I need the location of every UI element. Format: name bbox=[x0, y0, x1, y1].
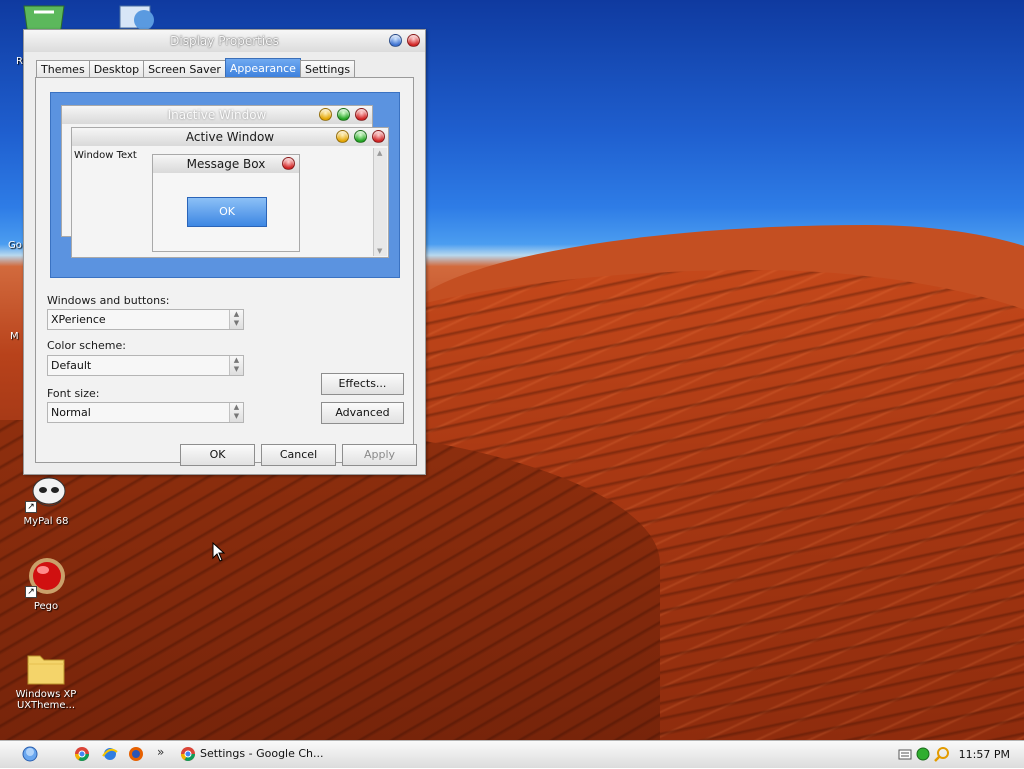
shortcut-arrow-icon: ↗ bbox=[25, 586, 37, 598]
cancel-button[interactable]: Cancel bbox=[261, 444, 336, 466]
appearance-tab-panel: Inactive Window Active Window Window Tex… bbox=[35, 77, 414, 463]
taskbar-task-label: Settings - Google Ch... bbox=[200, 747, 324, 760]
taskbar-task-chrome-settings[interactable]: Settings - Google Ch... bbox=[176, 743, 326, 765]
desktop-icon-label: Pego bbox=[33, 601, 59, 612]
windows-buttons-value: XPerience bbox=[51, 313, 106, 326]
tab-settings[interactable]: Settings bbox=[299, 60, 356, 78]
advanced-button[interactable]: Advanced bbox=[321, 402, 404, 424]
tab-desktop[interactable]: Desktop bbox=[88, 60, 145, 78]
tab-appearance[interactable]: Appearance bbox=[224, 58, 301, 78]
desktop-icon-pego[interactable]: ↗ Pego bbox=[6, 556, 86, 612]
window-title: Display Properties bbox=[170, 34, 279, 48]
keyboard-tray-icon[interactable] bbox=[898, 747, 912, 761]
windows-buttons-select[interactable]: XPerience ▲ ▼ bbox=[47, 309, 244, 330]
apply-button[interactable]: Apply bbox=[342, 444, 417, 466]
network-places-icon[interactable] bbox=[114, 2, 162, 32]
maximize-orb-icon bbox=[337, 108, 350, 121]
desktop-icon-label: Windows XP UXTheme... bbox=[15, 689, 77, 711]
chrome-icon[interactable] bbox=[74, 746, 90, 762]
preview-active-window: Active Window Window Text ▲ ▼ Message Bo… bbox=[71, 127, 389, 258]
raccoon-icon: ↗ bbox=[25, 475, 67, 513]
preview-scrollbar: ▲ ▼ bbox=[373, 148, 387, 256]
font-size-select[interactable]: Normal ▲ ▼ bbox=[47, 402, 244, 423]
scroll-up-arrow-icon: ▲ bbox=[377, 149, 383, 157]
mouse-cursor-icon bbox=[212, 542, 226, 562]
firefox-icon[interactable] bbox=[128, 746, 144, 762]
close-orb-icon bbox=[282, 157, 295, 170]
tab-screen-saver[interactable]: Screen Saver bbox=[143, 60, 226, 78]
effects-button[interactable]: Effects... bbox=[321, 373, 404, 395]
color-scheme-value: Default bbox=[51, 359, 92, 372]
red-ball-icon: ↗ bbox=[25, 556, 67, 598]
scroll-down-arrow-icon: ▼ bbox=[377, 247, 383, 255]
taskbar: » Settings - Google Ch... 11:57 PM bbox=[0, 740, 1024, 768]
color-scheme-select[interactable]: Default ▲ ▼ bbox=[47, 355, 244, 376]
preview-message-box-title: Message Box bbox=[153, 155, 299, 173]
preview-ok-button: OK bbox=[187, 197, 267, 227]
desktop-icon-mypal[interactable]: ↗ MyPal 68 bbox=[6, 475, 86, 527]
desktop-label-partial-go: Go bbox=[8, 240, 22, 251]
tab-strip: Themes Desktop Screen Saver Appearance S… bbox=[36, 58, 356, 78]
desktop-label-partial-r: R bbox=[16, 56, 23, 67]
clock[interactable]: 11:57 PM bbox=[959, 741, 1010, 769]
font-size-value: Normal bbox=[51, 406, 91, 419]
spin-arrows-icon[interactable]: ▲ ▼ bbox=[229, 310, 243, 329]
close-orb-icon bbox=[355, 108, 368, 121]
close-orb-icon bbox=[372, 130, 385, 143]
folder-icon bbox=[26, 650, 66, 686]
windows-buttons-label: Windows and buttons: bbox=[47, 294, 170, 307]
ok-button[interactable]: OK bbox=[180, 444, 255, 466]
start-orb-icon[interactable] bbox=[22, 746, 38, 762]
green-status-tray-icon[interactable] bbox=[916, 747, 930, 761]
internet-explorer-icon[interactable] bbox=[102, 746, 118, 762]
help-button[interactable] bbox=[389, 34, 402, 47]
preview-message-box: Message Box OK bbox=[152, 154, 300, 252]
window-titlebar[interactable]: Display Properties bbox=[24, 30, 425, 52]
display-properties-window: Display Properties Themes Desktop Screen… bbox=[23, 29, 426, 475]
shortcut-arrow-icon: ↗ bbox=[25, 501, 37, 513]
desktop-label-partial-m: M bbox=[10, 331, 19, 342]
desktop-icon-uxtheme-folder[interactable]: Windows XP UXTheme... bbox=[6, 650, 86, 711]
search-tray-icon[interactable] bbox=[934, 746, 950, 762]
font-size-label: Font size: bbox=[47, 387, 100, 400]
chrome-icon bbox=[181, 747, 195, 761]
quicklaunch-overflow[interactable]: » bbox=[157, 745, 164, 759]
system-tray: 11:57 PM bbox=[894, 741, 1024, 769]
desktop-icon-label: MyPal 68 bbox=[23, 516, 69, 527]
close-button[interactable] bbox=[407, 34, 420, 47]
tab-themes[interactable]: Themes bbox=[36, 60, 90, 78]
minimize-orb-icon bbox=[336, 130, 349, 143]
appearance-preview: Inactive Window Active Window Window Tex… bbox=[50, 92, 400, 278]
color-scheme-label: Color scheme: bbox=[47, 339, 126, 352]
spin-arrows-icon[interactable]: ▲ ▼ bbox=[229, 356, 243, 375]
preview-window-text: Window Text bbox=[74, 150, 137, 161]
spin-arrows-icon[interactable]: ▲ ▼ bbox=[229, 403, 243, 422]
maximize-orb-icon bbox=[354, 130, 367, 143]
minimize-orb-icon bbox=[319, 108, 332, 121]
